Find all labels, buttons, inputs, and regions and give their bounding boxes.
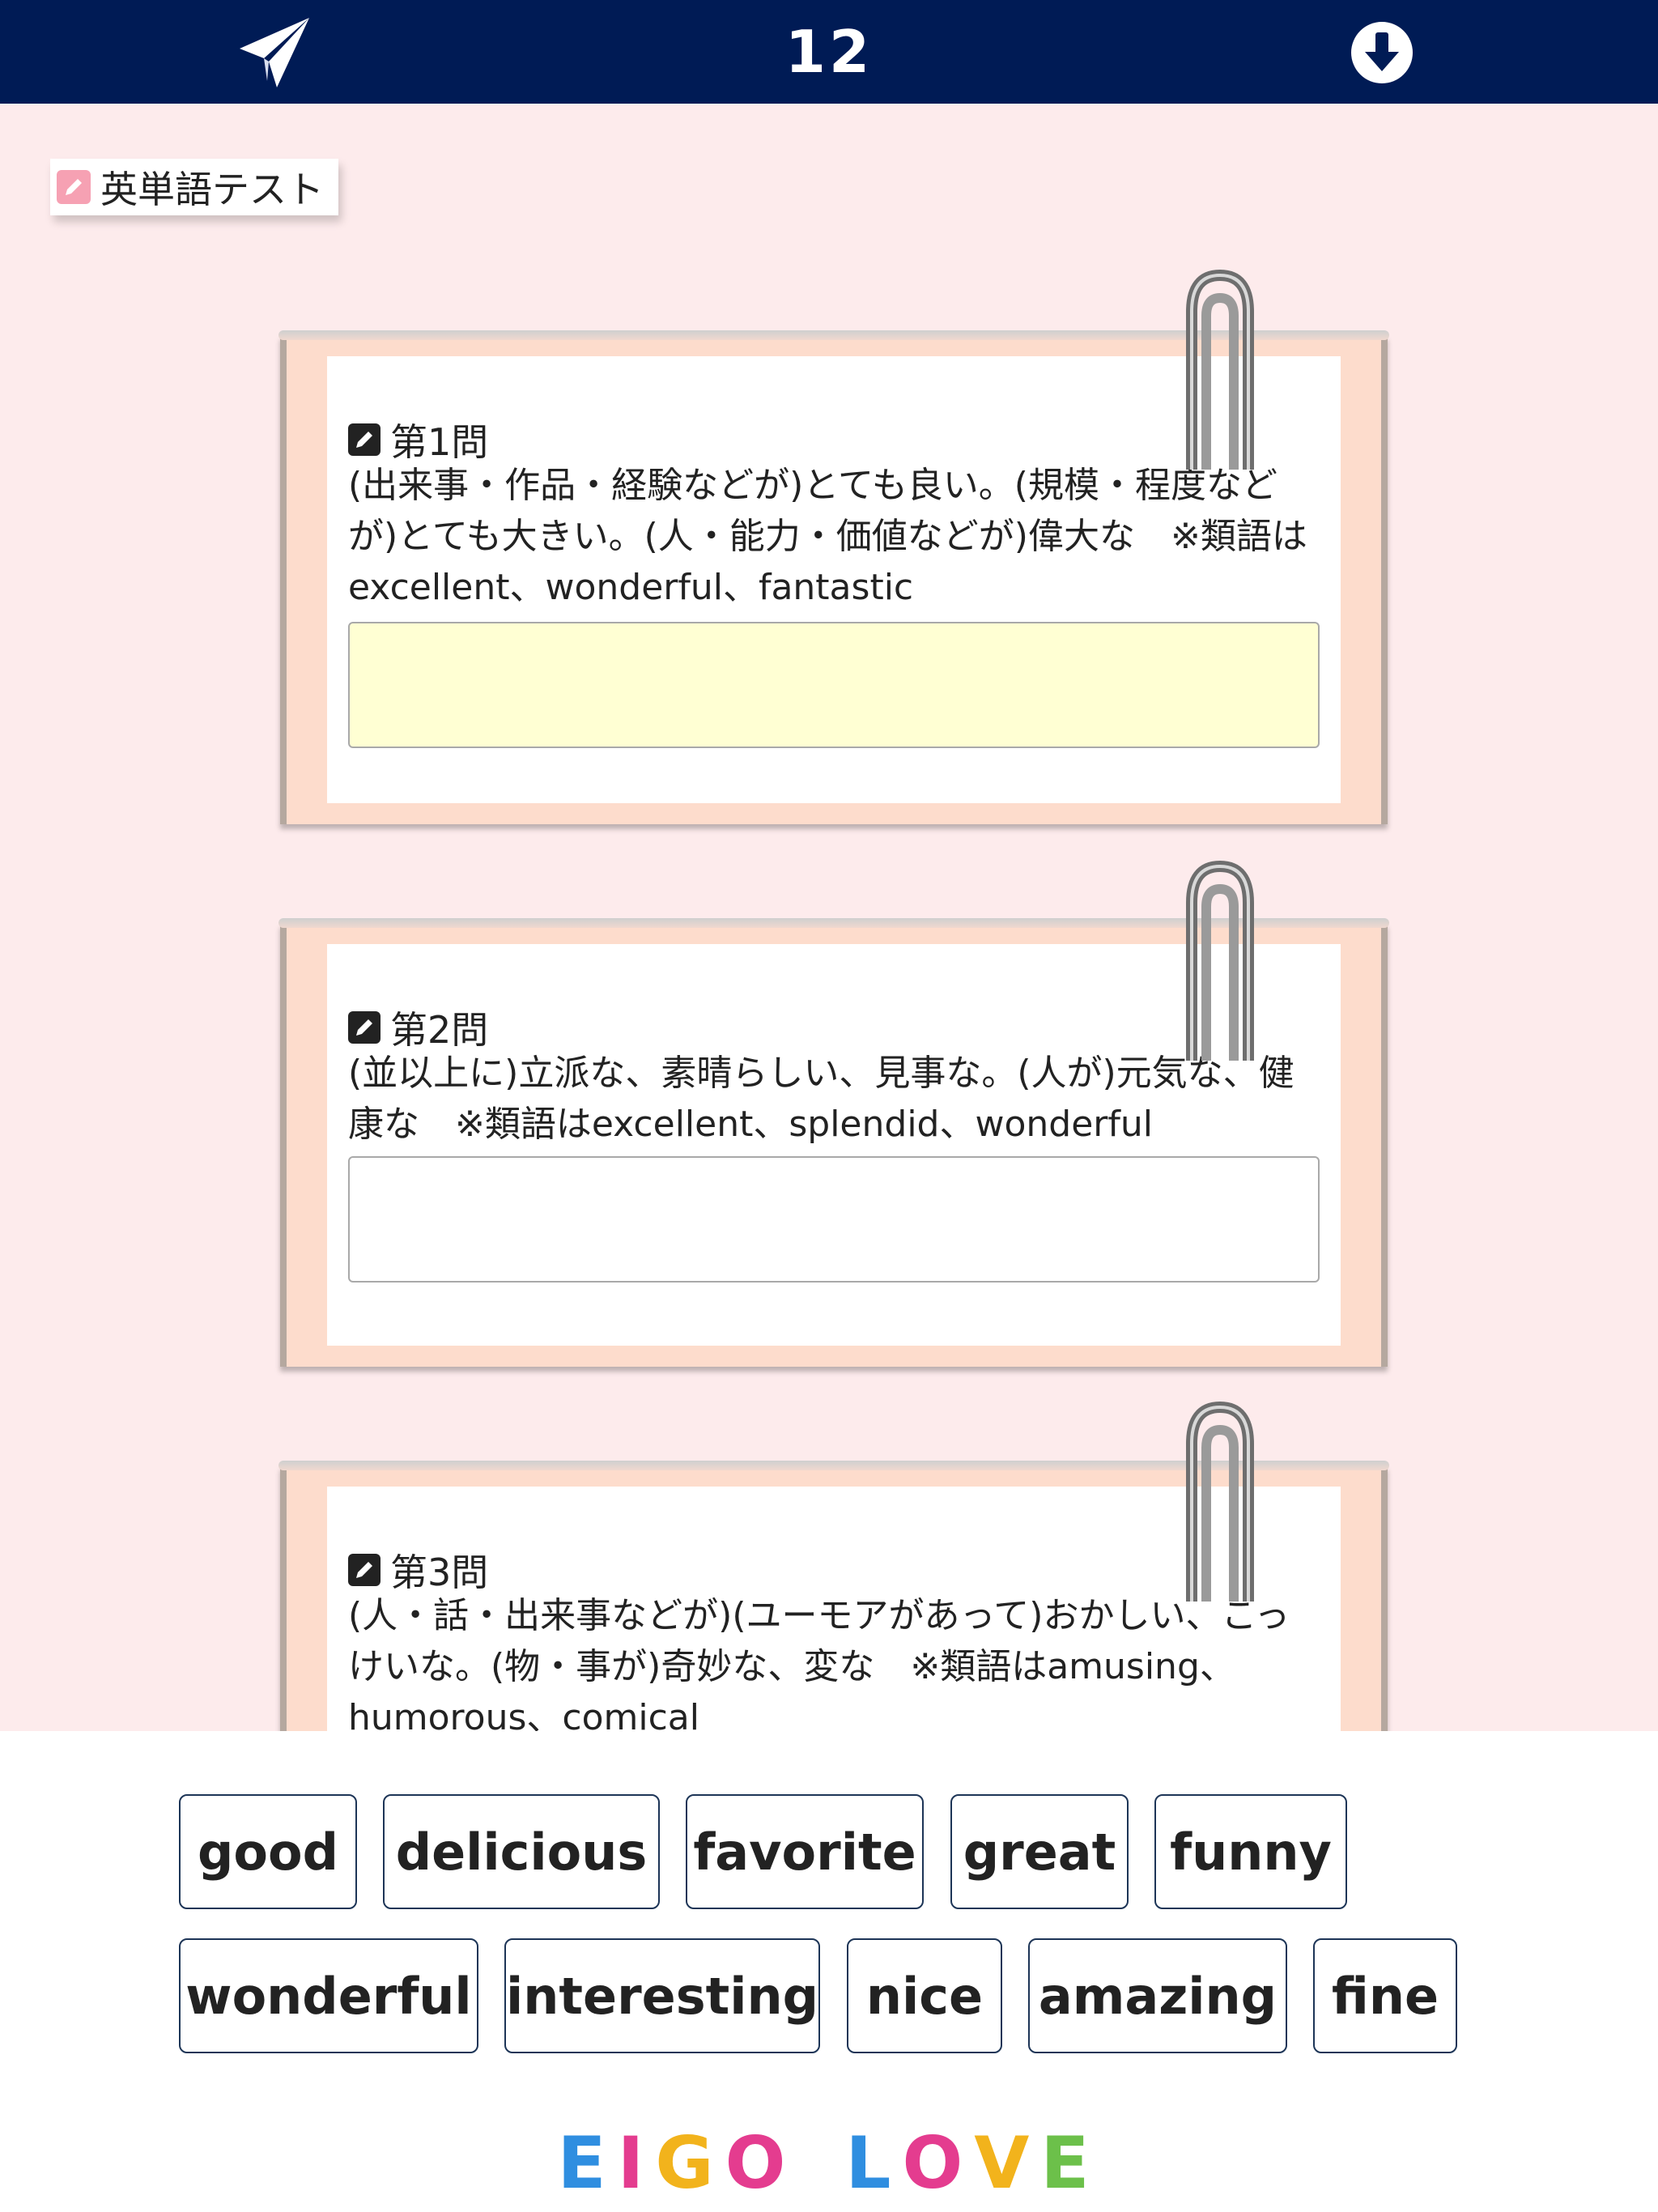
paper-clip-icon (1167, 1399, 1273, 1602)
logo-letter: E (557, 2121, 618, 2205)
word-option[interactable]: delicious (383, 1794, 660, 1909)
logo-letter: E (1040, 2121, 1101, 2205)
word-option[interactable]: nice (847, 1938, 1002, 2053)
word-option[interactable]: great (950, 1794, 1129, 1909)
word-option[interactable]: funny (1154, 1794, 1347, 1909)
word-option[interactable]: amazing (1028, 1938, 1287, 2053)
logo-letter: O (725, 2121, 797, 2205)
pencil-icon (57, 170, 91, 204)
answer-field[interactable] (348, 622, 1320, 748)
paper-clip-icon (1167, 858, 1273, 1061)
logo-letter: L (845, 2121, 903, 2205)
logo-letter: G (655, 2121, 725, 2205)
word-option[interactable]: favorite (686, 1794, 924, 1909)
paper-clip-icon (1167, 267, 1273, 470)
question-text: (並以上に)立派な、素晴らしい、見事な。(人が)元気な、健康な ※類語はexce… (348, 1053, 1295, 1145)
quiz-label-text: 英単語テスト (100, 168, 324, 211)
word-option[interactable]: wonderful (179, 1938, 478, 2053)
question-text: (人・話・出来事などが)(ユーモアがあって)おかしい、こっけいな。(物・事が)奇… (348, 1595, 1290, 1738)
logo-letter: V (974, 2121, 1041, 2205)
word-option[interactable]: interesting (504, 1938, 820, 2053)
question-header: 第1問 (348, 413, 488, 466)
eigo-love-logo: E I G O L O V E (0, 2121, 1658, 2205)
pencil-icon (348, 423, 380, 456)
pencil-icon (348, 1011, 380, 1044)
question-title: 第2問 (390, 1008, 489, 1052)
question-text: (出来事・作品・経験などが)とても良い。(規模・程度などが)とても大きい。(人・… (348, 465, 1307, 608)
answer-field[interactable] (348, 1156, 1320, 1283)
word-option[interactable]: good (179, 1794, 357, 1909)
logo-letter: I (617, 2121, 656, 2205)
question-title: 第1問 (390, 420, 489, 464)
question-header: 第3問 (348, 1543, 488, 1597)
arrow-down-circle-icon[interactable] (1350, 21, 1414, 84)
question-header: 第2問 (348, 1001, 488, 1054)
quiz-label: 英単語テスト (50, 159, 338, 215)
pencil-icon (348, 1554, 380, 1586)
question-title: 第3問 (390, 1551, 489, 1594)
logo-letter: O (902, 2121, 975, 2205)
top-bar: 12 (0, 0, 1658, 104)
word-option[interactable]: fine (1313, 1938, 1457, 2053)
